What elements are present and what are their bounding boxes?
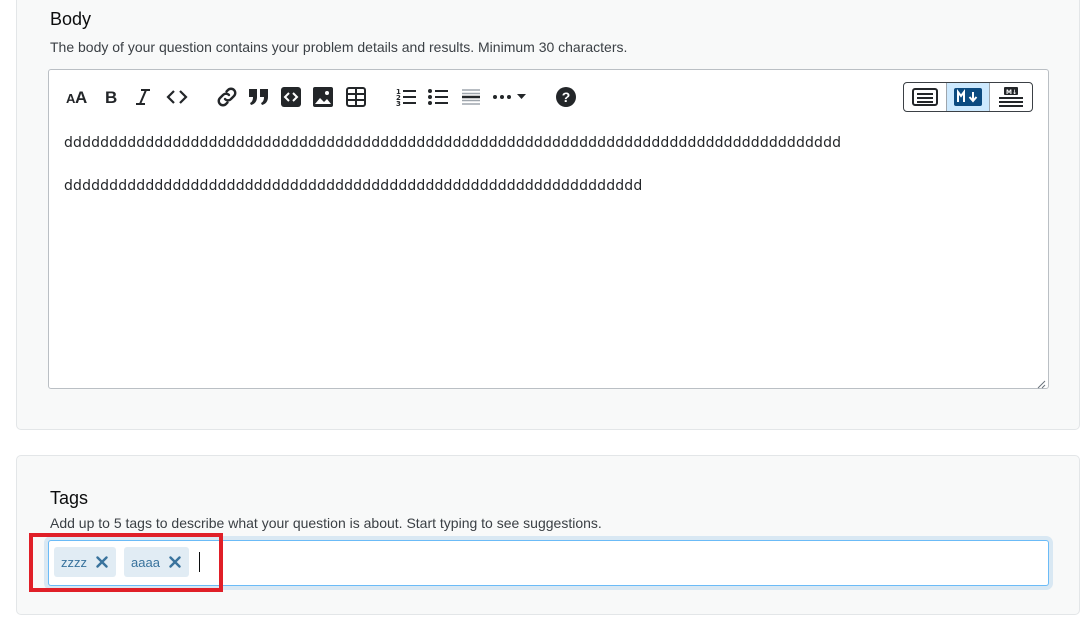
- resize-handle-icon[interactable]: [1036, 376, 1046, 389]
- code-icon[interactable]: [164, 84, 190, 110]
- svg-text:M↓: M↓: [1006, 89, 1017, 96]
- code-block-icon[interactable]: [278, 84, 304, 110]
- body-card: Body The body of your question contains …: [16, 0, 1080, 430]
- svg-text:B: B: [105, 88, 117, 106]
- editor-toolbar: AA B 1 2 3 ? M↓: [49, 70, 1048, 126]
- editor-content[interactable]: dddddddddddddddddddddddddddddddddddddddd…: [64, 134, 1038, 220]
- link-icon[interactable]: [214, 84, 240, 110]
- italic-icon[interactable]: [130, 84, 156, 110]
- editor-mode-toggle: M↓: [903, 82, 1033, 112]
- editor-paragraph: dddddddddddddddddddddddddddddddddddddddd…: [64, 135, 842, 151]
- body-title: Body: [50, 9, 92, 29]
- bold-icon[interactable]: B: [98, 84, 124, 110]
- ordered-list-icon[interactable]: 123: [393, 84, 419, 110]
- svg-text:A: A: [75, 88, 87, 106]
- tags-title: Tags: [50, 488, 89, 508]
- body-description: The body of your question contains your …: [50, 39, 628, 55]
- image-icon[interactable]: [310, 84, 336, 110]
- unordered-list-icon[interactable]: [425, 84, 451, 110]
- rich-text-mode-icon[interactable]: [904, 83, 947, 111]
- help-icon[interactable]: ?: [553, 84, 579, 110]
- more-icon[interactable]: [490, 84, 530, 110]
- table-icon[interactable]: [343, 84, 369, 110]
- markdown-preview-mode-icon[interactable]: M↓: [990, 83, 1032, 111]
- blockquote-icon[interactable]: [246, 84, 272, 110]
- svg-text:3: 3: [396, 100, 401, 107]
- tags-description: Add up to 5 tags to describe what your q…: [50, 515, 602, 531]
- horizontal-rule-icon[interactable]: [458, 84, 484, 110]
- editor-paragraph: dddddddddddddddddddddddddddddddddddddddd…: [64, 178, 643, 194]
- highlight-box: [29, 533, 223, 592]
- body-editor[interactable]: AA B 1 2 3 ? M↓ dddddddddddddddddddddddd…: [48, 69, 1049, 389]
- markdown-mode-icon[interactable]: [947, 83, 990, 111]
- heading-icon[interactable]: AA: [65, 84, 91, 110]
- svg-text:?: ?: [562, 89, 571, 105]
